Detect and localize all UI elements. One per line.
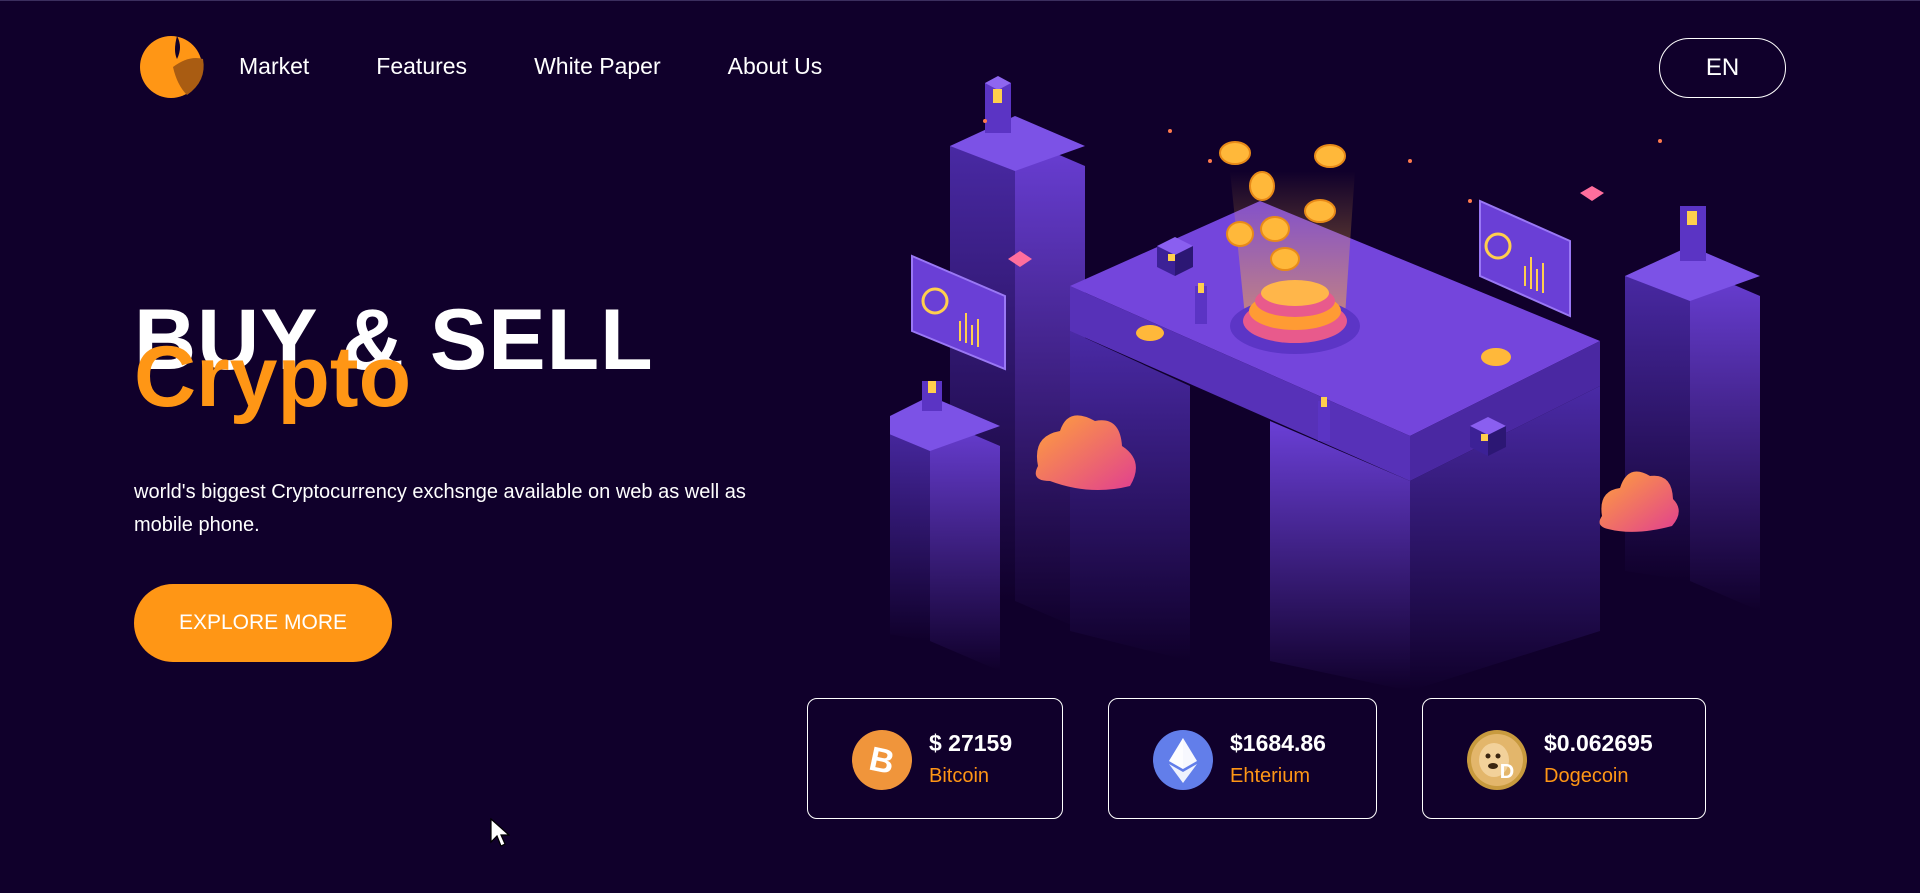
coin-price: $1684.86: [1230, 730, 1326, 756]
logo-icon[interactable]: [137, 33, 211, 99]
crypto-city-illustration: [890, 76, 1760, 691]
hero-description: world's biggest Cryptocurrency exchsnge …: [134, 481, 746, 536]
hero-subtitle: Crypto: [134, 329, 412, 425]
coin-card-ethereum[interactable]: $1684.86 Ehterium: [1108, 698, 1377, 819]
coin-name: Bitcoin: [929, 765, 990, 787]
coin-name: Dogecoin: [1544, 765, 1629, 787]
coin-card-bitcoin[interactable]: B $ 27159 Bitcoin: [807, 698, 1063, 819]
nav-link-white-paper[interactable]: White Paper: [534, 53, 661, 80]
coin-card-dogecoin[interactable]: D $0.062695 Dogecoin: [1422, 698, 1706, 819]
bitcoin-icon: B: [852, 730, 912, 790]
coin-name: Ehterium: [1230, 765, 1311, 787]
ethereum-icon: [1153, 730, 1213, 790]
svg-text:D: D: [1500, 761, 1514, 783]
explore-more-button[interactable]: EXPLORE MORE: [134, 584, 392, 662]
nav-links: Market Features White Paper About Us: [239, 53, 822, 80]
mouse-cursor-icon: [490, 818, 510, 847]
nav-link-features[interactable]: Features: [376, 53, 467, 80]
coin-price: $0.062695: [1544, 730, 1653, 756]
coin-price: $ 27159: [929, 730, 1013, 756]
nav-link-market[interactable]: Market: [239, 53, 309, 80]
nav-link-about-us[interactable]: About Us: [728, 53, 823, 80]
dogecoin-icon: D: [1467, 730, 1527, 790]
